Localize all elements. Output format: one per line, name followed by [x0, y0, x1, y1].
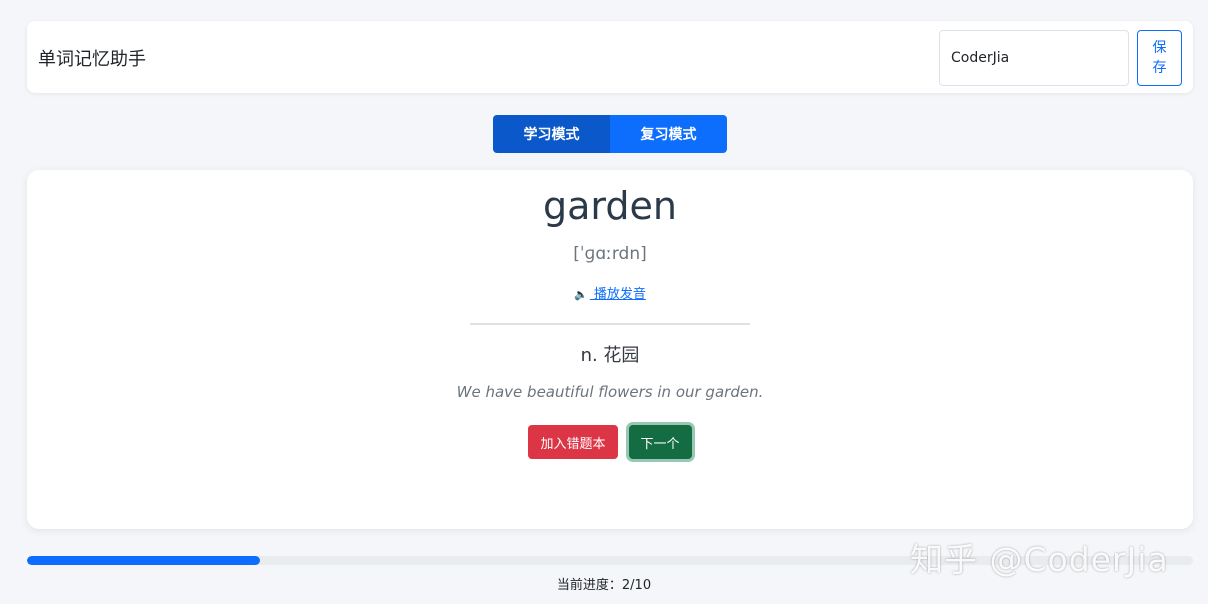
phonetic-text: [ˈɡɑːrdn] [573, 244, 647, 264]
progress-fill [27, 556, 261, 565]
word-card: garden [ˈɡɑːrdn] 🔈 播放发音 n. 花园 We have be… [27, 170, 1193, 529]
watermark: 知乎 @CoderJia [910, 540, 1169, 579]
example-sentence: We have beautiful flowers in our garden. [456, 383, 764, 401]
play-pronunciation-label: 播放发音 [589, 287, 646, 302]
play-pronunciation-link[interactable]: 🔈 播放发音 [574, 287, 646, 302]
app-header: 单词记忆助手 保存 [27, 21, 1193, 93]
word-meaning: n. 花园 [580, 345, 640, 366]
card-actions: 加入错题本 下一个 [27, 425, 1193, 459]
mode-toggle: 学习模式 复习模式 [493, 115, 727, 153]
study-mode-button[interactable]: 学习模式 [493, 115, 610, 153]
speaker-icon: 🔈 [574, 288, 588, 301]
play-pronunciation: 🔈 播放发音 [27, 283, 1193, 302]
app-title: 单词记忆助手 [38, 49, 146, 70]
save-button[interactable]: 保存 [1137, 30, 1182, 86]
username-input[interactable] [939, 30, 1129, 86]
next-button[interactable]: 下一个 [628, 425, 692, 459]
word-text: garden [543, 184, 677, 228]
divider [470, 323, 750, 325]
add-to-mistakes-button[interactable]: 加入错题本 [528, 425, 618, 459]
review-mode-button[interactable]: 复习模式 [610, 115, 727, 153]
